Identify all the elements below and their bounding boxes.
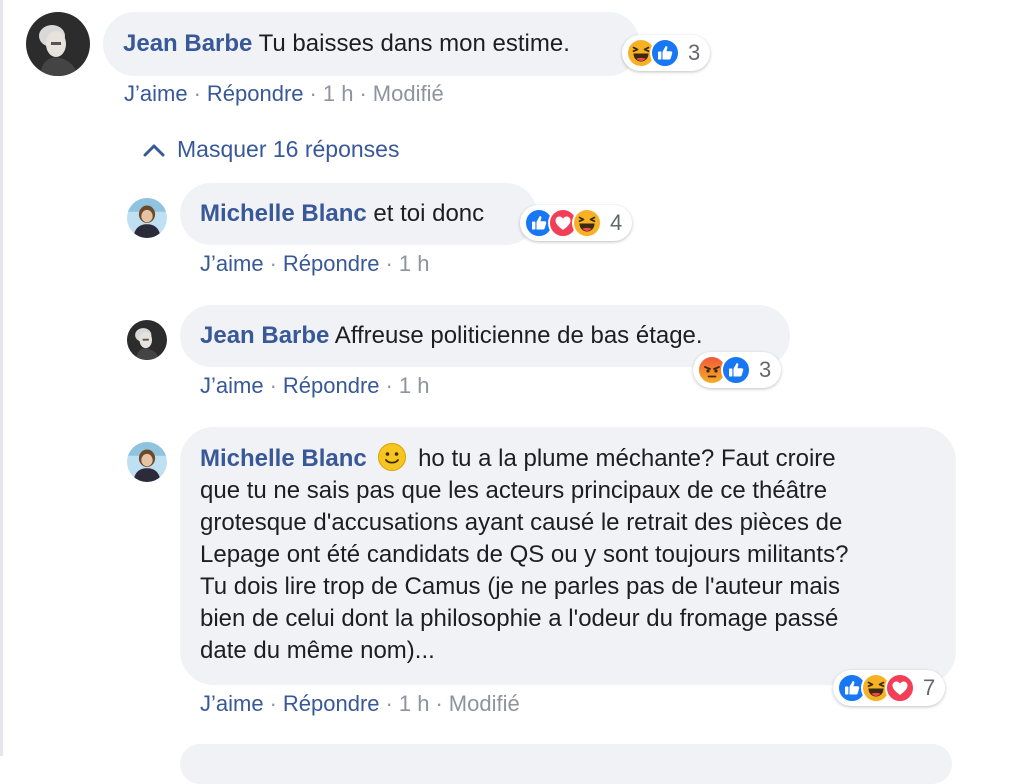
reply-actions: J’aime · Répondre · 1 h: [200, 373, 430, 398]
reply-link[interactable]: Répondre: [283, 691, 380, 716]
reply-link[interactable]: Répondre: [283, 251, 380, 276]
timestamp[interactable]: 1 h: [399, 251, 430, 276]
reply-author-link[interactable]: Michelle Blanc: [200, 200, 367, 227]
reply-text-line: Lepage ont été candidats de QS ou y sont…: [200, 541, 849, 568]
like-link[interactable]: J’aime: [200, 251, 264, 276]
timestamp[interactable]: 1 h: [399, 373, 430, 398]
like-link[interactable]: J’aime: [200, 373, 264, 398]
avatar[interactable]: [127, 320, 167, 360]
reply-text: et toi donc: [373, 200, 485, 227]
avatar[interactable]: [127, 198, 167, 238]
comment-author-link[interactable]: Jean Barbe: [123, 30, 252, 57]
reaction-count: 3: [759, 357, 772, 382]
edited-link[interactable]: Modifié: [449, 691, 520, 716]
reply-text-line: date du même nom)...: [200, 637, 435, 664]
reaction-summary[interactable]: 4: [520, 205, 633, 241]
reply-actions: J’aime · Répondre · 1 h: [200, 251, 430, 276]
reply-text-line: Tu dois lire trop de Camus (je ne parles…: [200, 573, 840, 600]
reaction-summary[interactable]: 3: [693, 352, 782, 388]
like-icon: [650, 38, 680, 68]
reply-text: Affreuse politicienne de bas étage.: [334, 322, 703, 349]
reply-link[interactable]: Répondre: [207, 81, 304, 106]
chevron-up-icon: [143, 144, 165, 156]
avatar[interactable]: [127, 442, 167, 482]
hide-replies-toggle[interactable]: Masquer 16 réponses: [143, 136, 399, 163]
reaction-count: 3: [688, 40, 701, 65]
reply-bubble: Michelle Blanc et toi donc: [180, 183, 537, 245]
reaction-summary[interactable]: 3: [622, 35, 711, 71]
like-link[interactable]: J’aime: [200, 691, 264, 716]
comment-text: Tu baisses dans mon estime.: [258, 30, 570, 57]
reply-author-link[interactable]: Jean Barbe: [200, 322, 329, 349]
reaction-count: 7: [923, 675, 936, 700]
reaction-count: 4: [610, 210, 623, 235]
next-reply-bubble: [180, 744, 952, 784]
avatar[interactable]: [26, 12, 90, 76]
reply-text-line: ho tu a la plume méchante? Faut croire: [418, 445, 836, 472]
hide-replies-label: Masquer 16 réponses: [177, 136, 400, 162]
comment-actions: J’aime · Répondre · 1 h · Modifié: [124, 81, 444, 106]
like-icon: [721, 355, 751, 385]
haha-icon: [572, 208, 602, 238]
reply-text-line: grotesque d'accusations ayant causé le r…: [200, 509, 843, 536]
smiley-emoji-icon: [377, 442, 407, 472]
reply-actions: J’aime · Répondre · 1 h · Modifié: [200, 691, 520, 716]
reply-author-link[interactable]: Michelle Blanc: [200, 445, 367, 472]
reply-text-line: bien de celui dont la philosophie a l'od…: [200, 605, 839, 632]
comment-bubble: Jean Barbe Tu baisses dans mon estime.: [103, 12, 640, 76]
love-icon: [885, 673, 915, 703]
reply-link[interactable]: Répondre: [283, 373, 380, 398]
thread-left-border: [0, 0, 3, 756]
timestamp[interactable]: 1 h: [323, 81, 354, 106]
reply-bubble: Michelle Blanc ho tu a la plume méchante…: [180, 427, 956, 685]
timestamp[interactable]: 1 h: [399, 691, 430, 716]
reaction-summary[interactable]: 7: [833, 670, 946, 706]
edited-link[interactable]: Modifié: [373, 81, 444, 106]
like-link[interactable]: J’aime: [124, 81, 188, 106]
reply-text-line: que tu ne sais pas que les acteurs princ…: [200, 477, 828, 504]
